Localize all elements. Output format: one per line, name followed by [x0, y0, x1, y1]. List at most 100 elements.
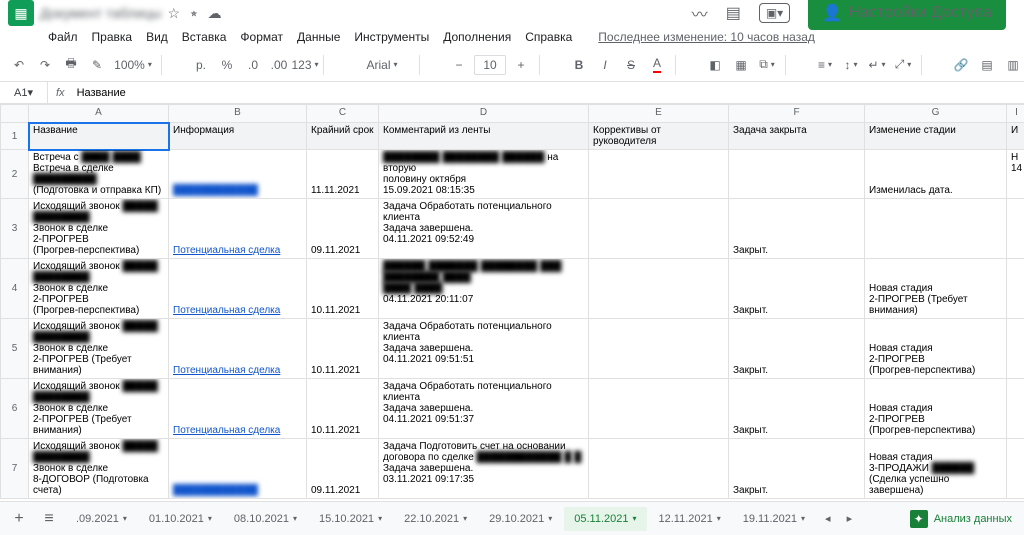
text-color-btn[interactable]: A: [646, 53, 668, 77]
row-header[interactable]: 1: [1, 123, 29, 150]
cell[interactable]: [589, 319, 729, 379]
all-sheets-button[interactable]: ≡: [36, 506, 62, 532]
deal-link[interactable]: Потенциальная сделка: [173, 305, 280, 316]
cell[interactable]: [729, 499, 865, 500]
inc-decimal-btn[interactable]: .00: [268, 53, 290, 77]
cell[interactable]: [589, 199, 729, 259]
cell[interactable]: [1007, 439, 1024, 499]
row-header[interactable]: 2: [1, 150, 29, 199]
cell[interactable]: [729, 150, 865, 199]
menu-data[interactable]: Данные: [291, 28, 346, 46]
sheet-tab[interactable]: 08.10.2021 ▾: [224, 507, 307, 531]
cell[interactable]: Исходящий звонок █████████████Звонок в с…: [29, 199, 169, 259]
cell[interactable]: Закрыт.: [729, 259, 865, 319]
wrap-btn[interactable]: ↵: [866, 53, 888, 77]
menu-format[interactable]: Формат: [234, 28, 289, 46]
spreadsheet-grid[interactable]: A B C D E F G I 1 Название Информация Кр…: [0, 104, 1024, 499]
sheet-tab[interactable]: 22.10.2021 ▾: [394, 507, 477, 531]
add-sheet-button[interactable]: +: [6, 506, 32, 532]
cell[interactable]: Изменилась дата.: [865, 150, 1007, 199]
cell[interactable]: Новая стадия2-ПРОГРЕВ (Требуетвнимания): [865, 259, 1007, 319]
row-header[interactable]: 7: [1, 439, 29, 499]
cell[interactable]: Потенциальная сделка: [169, 199, 307, 259]
cell[interactable]: Закрыт.: [729, 319, 865, 379]
font-size-input[interactable]: 10: [474, 55, 506, 75]
paint-format-icon[interactable]: ✎: [86, 53, 108, 77]
menu-help[interactable]: Справка: [519, 28, 578, 46]
link-btn[interactable]: 🔗: [950, 53, 972, 77]
print-icon[interactable]: 🖶: [60, 53, 82, 77]
cell[interactable]: ████████████: [169, 439, 307, 499]
font-size-dec[interactable]: −: [448, 53, 470, 77]
sheet-tab[interactable]: 05.11.2021 ▾: [564, 507, 646, 531]
cell[interactable]: ████████ ████████ ██████ на вторуюполови…: [379, 150, 589, 199]
deal-link[interactable]: Потенциальная сделка: [173, 425, 280, 436]
menu-addons[interactable]: Дополнения: [437, 28, 517, 46]
sheet-tab[interactable]: 29.10.2021 ▾: [479, 507, 562, 531]
menu-insert[interactable]: Вставка: [176, 28, 233, 46]
rotate-btn[interactable]: ⤢: [892, 53, 914, 77]
cell[interactable]: Задача Обработать потенциального клиента…: [379, 319, 589, 379]
cell[interactable]: Изменение стадии: [865, 123, 1007, 150]
explore-button[interactable]: ✦ Анализ данных: [910, 510, 1012, 528]
name-box[interactable]: A1 ▾: [0, 82, 48, 103]
num-format-btn[interactable]: 123: [294, 53, 316, 77]
cell[interactable]: [589, 150, 729, 199]
row-header[interactable]: [1, 499, 29, 500]
cell[interactable]: [589, 499, 729, 500]
cell[interactable]: Задача Обработать потенциального клиента…: [379, 199, 589, 259]
sheet-tab[interactable]: 19.11.2021 ▾: [733, 507, 815, 531]
cell[interactable]: [307, 499, 379, 500]
percent-btn[interactable]: %: [216, 53, 238, 77]
currency-btn[interactable]: р.: [190, 53, 212, 77]
cell[interactable]: Задача закрыта: [729, 123, 865, 150]
row-header[interactable]: 5: [1, 319, 29, 379]
merge-btn[interactable]: ⧉: [756, 53, 778, 77]
deal-link[interactable]: Потенциальная сделка: [173, 245, 280, 256]
cell[interactable]: 11.11.2021: [307, 150, 379, 199]
cell[interactable]: Коррективы от руководителя: [589, 123, 729, 150]
cell[interactable]: Закрыт.: [729, 439, 865, 499]
cell[interactable]: Новая стадия2-ПРОГРЕВ(Прогрев-перспектив…: [865, 319, 1007, 379]
cell[interactable]: Крайний срок: [307, 123, 379, 150]
sheet-tab[interactable]: 01.10.2021 ▾: [139, 507, 222, 531]
sheet-tab[interactable]: 15.10.2021 ▾: [309, 507, 392, 531]
comment-btn[interactable]: ▤: [976, 53, 998, 77]
cell[interactable]: Потенциальная сделка: [169, 259, 307, 319]
cell[interactable]: [865, 199, 1007, 259]
valign-btn[interactable]: ↕: [840, 53, 862, 77]
cell[interactable]: [1007, 379, 1024, 439]
cell[interactable]: Исходящий звонок █████████████Звонок в с…: [29, 319, 169, 379]
last-edit-link[interactable]: Последнее изменение: 10 часов назад: [592, 28, 821, 46]
cell[interactable]: Информация: [169, 123, 307, 150]
row-header[interactable]: 6: [1, 379, 29, 439]
font-size-inc[interactable]: +: [510, 53, 532, 77]
cell[interactable]: Потенциальная сделка: [169, 379, 307, 439]
cell[interactable]: [1007, 499, 1024, 500]
cell[interactable]: [589, 379, 729, 439]
strike-btn[interactable]: S: [620, 53, 642, 77]
chart-btn[interactable]: ▥: [1002, 53, 1024, 77]
cell[interactable]: Название: [29, 123, 169, 150]
cell[interactable]: Задача Обработать потенциального клиента…: [379, 379, 589, 439]
star-icon[interactable]: ☆: [168, 5, 181, 22]
cell[interactable]: 10.11.2021: [307, 379, 379, 439]
cell[interactable]: Н14: [1007, 150, 1024, 199]
row-header[interactable]: 4: [1, 259, 29, 319]
cloud-icon[interactable]: ☁: [208, 5, 222, 22]
cell[interactable]: Встреча с ████ ████Встреча в сделке█████…: [29, 150, 169, 199]
redo-icon[interactable]: ↷: [34, 53, 56, 77]
zoom-select[interactable]: 100%: [112, 53, 154, 77]
italic-btn[interactable]: I: [594, 53, 616, 77]
share-button[interactable]: 👤 Настройки Доступа: [808, 0, 1006, 30]
formula-bar[interactable]: [73, 87, 1024, 99]
sheet-tab[interactable]: 12.11.2021 ▾: [649, 507, 731, 531]
bold-btn[interactable]: B: [568, 53, 590, 77]
cell[interactable]: Потенциальная сделка: [169, 319, 307, 379]
present-icon[interactable]: ▣▾: [759, 3, 790, 23]
cell[interactable]: Задача Подготовить счет на основаниидого…: [379, 439, 589, 499]
cell[interactable]: 09.11.2021: [307, 199, 379, 259]
menu-view[interactable]: Вид: [140, 28, 174, 46]
cell[interactable]: Закрыт.: [729, 379, 865, 439]
sheet-tab[interactable]: .09.2021 ▾: [66, 507, 137, 531]
